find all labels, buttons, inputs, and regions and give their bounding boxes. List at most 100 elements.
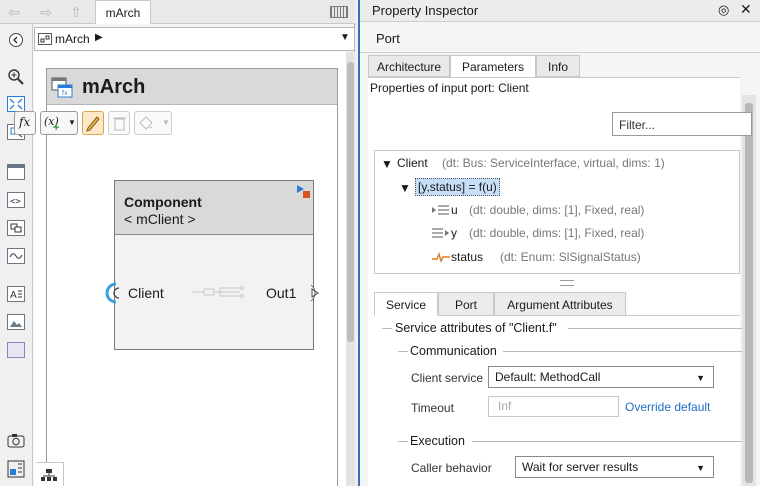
menu-icon[interactable]: ◎ (718, 2, 729, 18)
svg-text:<>: <> (10, 197, 21, 207)
keyboard-icon[interactable] (330, 6, 348, 18)
tab-argument-attributes[interactable]: Argument Attributes (494, 292, 626, 316)
hide-explorer-icon[interactable] (9, 33, 23, 47)
fx-label: fx (19, 115, 31, 129)
canvas-scrollbar[interactable] (346, 52, 355, 486)
group-rule (398, 441, 408, 442)
inspector-scrollbar[interactable] (742, 95, 756, 486)
group-rule (503, 351, 742, 352)
group-rule (568, 328, 742, 329)
execution-title: Execution (410, 434, 465, 448)
parameters-panel (368, 77, 740, 486)
parameter-toolbar: fx (x) + ▼ ▼ (14, 111, 184, 137)
tree-item-status[interactable]: status (451, 250, 483, 264)
back-arrow-icon[interactable]: ⇦ (4, 3, 24, 21)
breadcrumb-label[interactable]: mArch (55, 32, 90, 46)
add-argument-button[interactable]: (x) + ▼ (40, 111, 78, 135)
tree-item-function[interactable]: [y,status] = f(u) (415, 178, 500, 196)
component-reference: < mClient > (124, 211, 196, 227)
delete-button[interactable] (108, 111, 130, 135)
element-type: Port (376, 31, 400, 46)
client-service-value: Default: MethodCall (495, 370, 601, 384)
architecture-header: fx mArch (47, 69, 337, 105)
forward-arrow-icon[interactable]: ⇨ (36, 3, 56, 21)
zoom-icon[interactable] (7, 68, 25, 85)
model-icon (38, 33, 52, 45)
filter-placeholder: Filter... (619, 118, 656, 132)
tree-item-y[interactable]: y (451, 226, 457, 240)
communication-title: Communication (410, 344, 497, 358)
tab-info[interactable]: Info (536, 55, 580, 77)
tree-item-detail: (dt: double, dims: [1], Fixed, real) (469, 203, 645, 217)
trash-icon (113, 117, 126, 131)
component-block[interactable]: Component < mClient > (114, 180, 314, 350)
group-rule (472, 441, 742, 442)
port-interface-tree[interactable]: ▼ Client (dt: Bus: ServiceInterface, vir… (374, 150, 740, 274)
tree-expand-icon[interactable]: ▼ (399, 181, 411, 195)
tree-item-u[interactable]: u (451, 203, 458, 217)
timeout-label: Timeout (411, 401, 454, 415)
input-argument-icon (431, 204, 449, 216)
caller-behavior-dropdown[interactable]: Wait for server results ▼ (515, 456, 714, 478)
divider (360, 52, 760, 53)
chevron-down-icon[interactable]: ▼ (68, 118, 76, 127)
annotation-icon[interactable]: A (7, 286, 25, 302)
group-rule (398, 351, 408, 352)
adapter-icon[interactable] (7, 248, 25, 264)
edit-button[interactable] (82, 111, 104, 135)
property-inspector-toggle-icon[interactable] (7, 460, 25, 478)
timeout-input[interactable]: Inf (488, 396, 619, 417)
model-breadcrumb[interactable]: mArch ▶ ▼ (34, 27, 355, 51)
chevron-down-icon[interactable]: ▼ (162, 118, 170, 127)
plus-icon: + (53, 122, 60, 134)
reference-component-icon[interactable]: <> (7, 192, 25, 208)
scrollbar-thumb[interactable] (745, 103, 753, 483)
chevron-right-icon[interactable]: ▶ (95, 32, 103, 43)
tab-service[interactable]: Service (374, 292, 438, 316)
up-arrow-icon[interactable]: ⇧ (66, 3, 86, 21)
service-attributes-title: Service attributes of "Client.f" (395, 321, 557, 335)
image-icon[interactable] (7, 314, 25, 330)
model-tab[interactable]: mArch (95, 0, 151, 24)
component-icon[interactable] (7, 164, 25, 180)
inspector-title: Property Inspector (372, 3, 479, 18)
fit-view-icon[interactable] (7, 96, 25, 112)
tab-parameters[interactable]: Parameters (450, 55, 536, 78)
fill-button[interactable]: ▼ (134, 111, 172, 135)
panel-splitter[interactable] (560, 280, 574, 286)
architecture-model-icon: fx (51, 77, 73, 98)
tab-architecture[interactable]: Architecture (368, 55, 450, 77)
model-editor: ⇦ ⇨ ⇧ mArch <> A mArch ▶ ▼ fx mArch Comp… (0, 0, 355, 486)
tree-item-detail: (dt: double, dims: [1], Fixed, real) (469, 226, 645, 240)
tree-item-detail: (dt: Enum: SlSignalStatus) (500, 250, 641, 264)
group-rule (382, 328, 392, 329)
service-tabs: Service Port Argument Attributes (374, 292, 740, 316)
tab-port[interactable]: Port (438, 292, 494, 316)
properties-heading: Properties of input port: Client (370, 81, 529, 95)
fx-button[interactable]: fx (14, 111, 36, 135)
software-component-icon (192, 286, 244, 298)
client-service-label: Client service (411, 371, 484, 385)
client-port-label: Client (128, 285, 164, 301)
hierarchy-icon[interactable] (36, 462, 64, 486)
area-icon[interactable] (7, 342, 25, 358)
camera-icon[interactable] (7, 432, 25, 448)
override-default-link[interactable]: Override default (625, 400, 710, 414)
paint-bucket-icon (139, 116, 153, 130)
svg-text:A: A (10, 290, 17, 301)
editor-toolbar: ⇦ ⇨ ⇧ mArch (0, 0, 355, 24)
output-argument-icon (431, 227, 449, 239)
status-signal-icon (431, 251, 451, 263)
variant-component-icon[interactable] (7, 220, 25, 236)
close-icon[interactable]: ✕ (740, 1, 752, 18)
tree-expand-icon[interactable]: ▼ (381, 157, 393, 171)
out1-port-icon[interactable] (307, 282, 325, 304)
chevron-down-icon[interactable]: ▼ (340, 32, 350, 43)
tree-item-client[interactable]: Client (397, 156, 428, 170)
client-service-dropdown[interactable]: Default: MethodCall ▼ (488, 366, 714, 388)
client-port-icon[interactable] (102, 282, 122, 304)
architecture-title: mArch (82, 76, 146, 98)
tree-item-detail: (dt: Bus: ServiceInterface, virtual, dim… (442, 156, 665, 170)
filter-input[interactable]: Filter... (612, 112, 752, 136)
scrollbar-thumb[interactable] (347, 62, 354, 342)
